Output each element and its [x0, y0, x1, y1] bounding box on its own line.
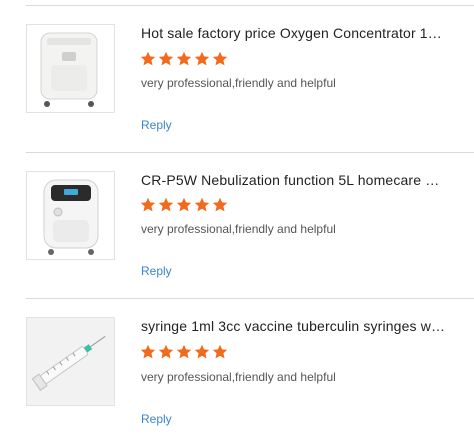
- reply-link[interactable]: Reply: [141, 263, 172, 279]
- star-icon: [176, 197, 192, 212]
- review-divider: [26, 5, 474, 6]
- rating-stars: [140, 51, 228, 67]
- star-icon: [158, 51, 174, 66]
- review-comment: very professional,friendly and helpful: [141, 370, 336, 384]
- product-title[interactable]: syringe 1ml 3cc vaccine tuberculin syrin…: [141, 317, 446, 335]
- product-thumbnail-nebulizer[interactable]: [26, 171, 115, 260]
- review-divider: [26, 152, 474, 153]
- star-icon: [176, 344, 192, 359]
- star-icon: [158, 197, 174, 212]
- star-icon: [176, 51, 192, 66]
- star-icon: [212, 197, 228, 212]
- star-icon: [158, 344, 174, 359]
- star-icon: [140, 197, 156, 212]
- star-icon: [194, 197, 210, 212]
- star-icon: [212, 51, 228, 66]
- review-divider: [26, 298, 474, 299]
- star-icon: [140, 51, 156, 66]
- product-thumbnail-syringe[interactable]: [26, 317, 115, 406]
- review-comment: very professional,friendly and helpful: [141, 76, 336, 90]
- reply-link[interactable]: Reply: [141, 117, 172, 133]
- star-icon: [194, 51, 210, 66]
- product-title[interactable]: CR-P5W Nebulization function 5L homecare…: [141, 171, 446, 189]
- rating-stars: [140, 344, 228, 360]
- rating-stars: [140, 197, 228, 213]
- star-icon: [212, 344, 228, 359]
- product-title[interactable]: Hot sale factory price Oxygen Concentrat…: [141, 24, 446, 42]
- reply-link[interactable]: Reply: [141, 411, 172, 427]
- star-icon: [140, 344, 156, 359]
- star-icon: [194, 344, 210, 359]
- product-thumbnail-oxygen-concentrator[interactable]: [26, 24, 115, 113]
- review-comment: very professional,friendly and helpful: [141, 222, 336, 236]
